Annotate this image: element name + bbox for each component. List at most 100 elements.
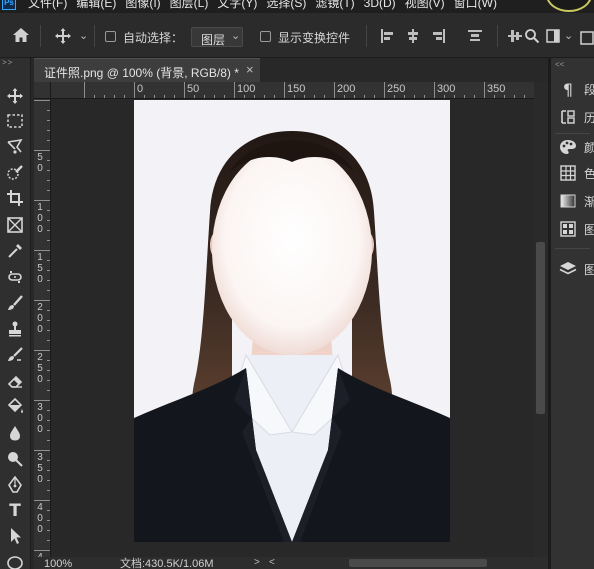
menu-3d[interactable]: 3D(D)	[364, 0, 396, 10]
ruler-tick	[244, 95, 245, 98]
ruler-tick	[254, 95, 255, 98]
gradient-panel-button[interactable]: 渐	[551, 188, 594, 214]
horizontal-ruler[interactable]: 0 50 100 150 200 250 300 350	[51, 82, 534, 99]
home-icon[interactable]	[12, 27, 30, 46]
move-tool-icon[interactable]	[54, 27, 72, 48]
ruler-tick	[47, 210, 50, 211]
ruler-tick	[47, 140, 50, 141]
menu-filter[interactable]: 滤镜(T)	[315, 0, 354, 10]
document-tab-title: 证件照.png @ 100% (背景, RGB/8) *	[44, 66, 239, 80]
zoom-level-field[interactable]: 100%	[44, 558, 72, 569]
ruler-label: 0	[137, 83, 144, 95]
document-canvas-area[interactable]	[51, 99, 534, 557]
crop-tool-icon[interactable]	[4, 187, 26, 209]
paragraph-panel-button[interactable]: ¶ 段	[551, 76, 594, 102]
history-brush-tool-icon[interactable]	[4, 344, 26, 366]
account-avatar[interactable]	[546, 0, 592, 12]
ellipse-tool-icon[interactable]	[4, 552, 26, 569]
lasso-tool-icon[interactable]	[4, 136, 26, 158]
align-right-edges-icon[interactable]	[432, 29, 446, 43]
patterns-panel-button[interactable]: 图	[551, 216, 594, 242]
document-tab[interactable]: 证件照.png @ 100% (背景, RGB/8) * ×	[34, 58, 260, 82]
ruler-label: 200	[337, 83, 356, 95]
ruler-tick	[194, 95, 195, 98]
path-selection-tool-icon[interactable]	[4, 525, 26, 547]
toolbar-grip-icon[interactable]: >>	[2, 58, 13, 67]
marquee-tool-icon[interactable]	[4, 110, 26, 132]
share-icon[interactable]	[580, 27, 594, 48]
ruler-tick	[47, 240, 50, 241]
align-top-edges-icon[interactable]	[468, 29, 482, 43]
ruler-tick	[464, 95, 465, 98]
menu-view[interactable]: 视图(V)	[405, 0, 445, 10]
eyedropper-tool-icon[interactable]	[4, 240, 26, 262]
paint-bucket-tool-icon[interactable]	[4, 395, 26, 417]
menu-select[interactable]: 选择(S)	[266, 0, 306, 10]
menu-window[interactable]: 窗口(W)	[454, 0, 497, 10]
ruler-label: 400	[37, 502, 43, 535]
vertical-ruler[interactable]: 50100150200250300350400450	[34, 99, 51, 557]
type-tool-icon[interactable]: T	[4, 500, 26, 522]
search-icon[interactable]	[524, 28, 540, 47]
options-separator	[497, 25, 498, 47]
type-tool-glyph: T	[9, 501, 21, 521]
ruler-tick	[354, 95, 355, 98]
ruler-tick	[364, 95, 365, 98]
align-horizontal-centers-icon[interactable]	[406, 29, 420, 43]
ruler-tick	[154, 95, 155, 98]
align-left-edges-icon[interactable]	[380, 29, 394, 43]
ruler-tick	[47, 390, 50, 391]
quick-select-tool-icon[interactable]	[4, 162, 26, 184]
swatches-icon	[559, 164, 577, 182]
frame-tool-icon[interactable]	[4, 214, 26, 236]
ruler-tick	[34, 350, 50, 351]
vertical-scrollbar[interactable]	[534, 82, 548, 557]
ruler-tick	[47, 280, 50, 281]
ruler-tick	[34, 450, 50, 451]
blur-tool-icon[interactable]	[4, 422, 26, 444]
history-panel-button[interactable]: 历	[551, 104, 594, 130]
ruler-label: 50	[187, 83, 200, 95]
menu-layer[interactable]: 图层(L)	[170, 0, 209, 10]
chevron-down-icon[interactable]: ⌄	[564, 29, 573, 42]
healing-brush-tool-icon[interactable]	[4, 266, 26, 288]
menu-type[interactable]: 文字(Y)	[217, 0, 257, 10]
swatches-panel-button[interactable]: 色	[551, 160, 594, 186]
chevron-right-icon[interactable]: >	[254, 557, 260, 568]
brush-tool-icon[interactable]	[4, 292, 26, 314]
color-panel-button[interactable]: 颜	[551, 134, 594, 160]
ruler-tick	[474, 95, 475, 98]
menu-edit[interactable]: 编辑(E)	[76, 0, 116, 10]
menu-image[interactable]: 图像(I)	[125, 0, 160, 10]
ruler-tick	[34, 150, 50, 151]
vertical-scrollbar-thumb[interactable]	[536, 242, 545, 414]
ruler-origin[interactable]	[34, 82, 51, 99]
chevron-down-icon[interactable]: ⌄	[79, 29, 88, 42]
ruler-label: 250	[37, 352, 43, 385]
show-transform-checkbox[interactable]	[260, 31, 271, 42]
close-icon[interactable]: ×	[246, 62, 254, 77]
dock-grip-icon[interactable]: <<	[555, 60, 564, 69]
workspace-icon[interactable]	[546, 29, 560, 46]
chevron-left-icon[interactable]: <	[269, 557, 275, 568]
id-photo-canvas[interactable]	[134, 100, 450, 542]
ruler-label: 50	[37, 152, 43, 174]
document-tab-bar: 证件照.png @ 100% (背景, RGB/8) * ×	[34, 58, 549, 82]
ruler-tick	[47, 470, 50, 471]
dodge-tool-icon[interactable]	[4, 448, 26, 470]
move-tool-icon[interactable]	[4, 85, 26, 107]
ruler-tick	[47, 320, 50, 321]
layers-panel-button[interactable]: 图	[551, 256, 594, 282]
clone-stamp-tool-icon[interactable]	[4, 318, 26, 340]
ruler-tick	[47, 460, 50, 461]
ruler-tick	[47, 380, 50, 381]
menu-file[interactable]: 文件(F)	[28, 0, 67, 10]
auto-select-checkbox[interactable]	[105, 31, 116, 42]
horizontal-scrollbar-thumb[interactable]	[349, 559, 487, 567]
pen-tool-icon[interactable]	[4, 474, 26, 496]
auto-select-target-dropdown[interactable]: 图层 ⌄	[191, 27, 243, 47]
eraser-tool-icon[interactable]	[4, 370, 26, 392]
ruler-tick	[424, 95, 425, 98]
align-vertical-centers-icon[interactable]	[508, 29, 522, 43]
ruler-tick	[47, 160, 50, 161]
